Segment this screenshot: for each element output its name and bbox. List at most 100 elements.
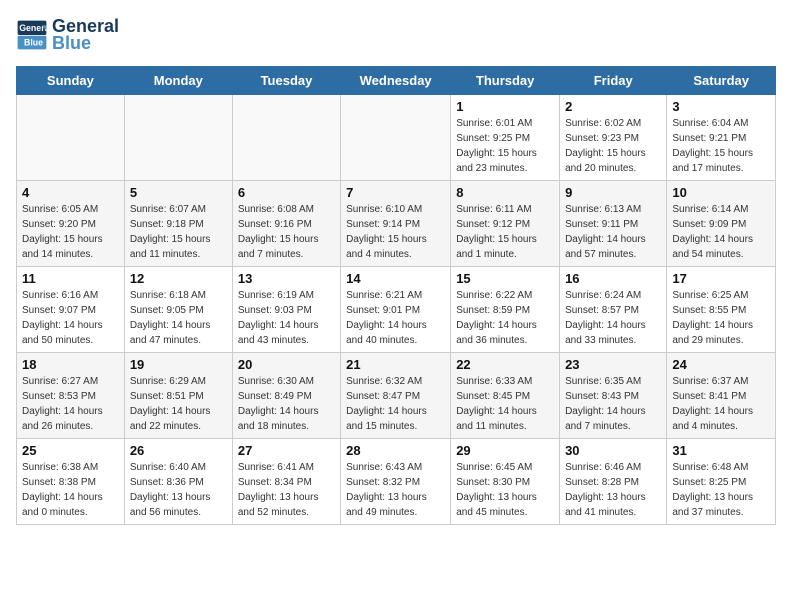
calendar-cell: 13Sunrise: 6:19 AM Sunset: 9:03 PM Dayli… — [232, 267, 340, 353]
calendar-table: SundayMondayTuesdayWednesdayThursdayFrid… — [16, 66, 776, 525]
calendar-cell — [124, 95, 232, 181]
week-row-5: 25 Sunrise: 6:38 AM Sunset: 8:38 PM Dayli… — [17, 439, 776, 525]
day-number: 3 — [672, 99, 770, 114]
day-info: Sunrise: 6:33 AM Sunset: 8:45 PM Dayligh… — [456, 374, 554, 434]
day-number: 6 — [238, 185, 335, 200]
day-info: Sunrise: 6:35 AM Sunset: 8:43 PM Dayligh… — [565, 374, 661, 434]
calendar-cell: 9 Sunrise: 6:13 AM Sunset: 9:11 PM Daylig… — [560, 181, 667, 267]
day-number: 15 — [456, 271, 554, 286]
day-number: 21 — [346, 357, 445, 372]
day-number: 14 — [346, 271, 445, 286]
day-info: Sunrise: 6:38 AM Sunset: 8:38 PM Dayligh… — [22, 460, 119, 520]
day-info: Sunrise: 6:13 AM Sunset: 9:11 PM Dayligh… — [565, 202, 661, 262]
calendar-cell: 7 Sunrise: 6:10 AM Sunset: 9:14 PM Daylig… — [341, 181, 451, 267]
day-info: Sunrise: 6:11 AM Sunset: 9:12 PM Dayligh… — [456, 202, 554, 262]
calendar-cell: 5Sunrise: 6:07 AM Sunset: 9:18 PM Daylig… — [124, 181, 232, 267]
day-info: Sunrise: 6:27 AM Sunset: 8:53 PM Dayligh… — [22, 374, 119, 434]
day-info: Sunrise: 6:07 AM Sunset: 9:18 PM Dayligh… — [130, 202, 227, 262]
weekday-header-friday: Friday — [560, 67, 667, 95]
day-number: 19 — [130, 357, 227, 372]
weekday-header-sunday: Sunday — [17, 67, 125, 95]
calendar-cell — [341, 95, 451, 181]
day-number: 10 — [672, 185, 770, 200]
calendar-cell: 18 Sunrise: 6:27 AM Sunset: 8:53 PM Dayli… — [17, 353, 125, 439]
day-number: 1 — [456, 99, 554, 114]
day-number: 16 — [565, 271, 661, 286]
day-number: 18 — [22, 357, 119, 372]
logo: General Blue General Blue — [16, 16, 119, 54]
day-number: 7 — [346, 185, 445, 200]
weekday-header-tuesday: Tuesday — [232, 67, 340, 95]
calendar-cell: 27 Sunrise: 6:41 AM Sunset: 8:34 PM Dayli… — [232, 439, 340, 525]
calendar-cell: 3 Sunrise: 6:04 AM Sunset: 9:21 PM Daylig… — [667, 95, 776, 181]
day-info: Sunrise: 6:45 AM Sunset: 8:30 PM Dayligh… — [456, 460, 554, 520]
day-info: Sunrise: 6:41 AM Sunset: 8:34 PM Dayligh… — [238, 460, 335, 520]
weekday-header-row: SundayMondayTuesdayWednesdayThursdayFrid… — [17, 67, 776, 95]
day-info: Sunrise: 6:25 AM Sunset: 8:55 PM Dayligh… — [672, 288, 770, 348]
calendar-cell: 1 Sunrise: 6:01 AM Sunset: 9:25 PM Daylig… — [451, 95, 560, 181]
day-number: 17 — [672, 271, 770, 286]
day-number: 22 — [456, 357, 554, 372]
calendar-cell: 24 Sunrise: 6:37 AM Sunset: 8:41 PM Dayli… — [667, 353, 776, 439]
weekday-header-wednesday: Wednesday — [341, 67, 451, 95]
day-info: Sunrise: 6:24 AM Sunset: 8:57 PM Dayligh… — [565, 288, 661, 348]
day-info: Sunrise: 6:04 AM Sunset: 9:21 PM Dayligh… — [672, 116, 770, 176]
calendar-cell: 16 Sunrise: 6:24 AM Sunset: 8:57 PM Dayli… — [560, 267, 667, 353]
day-number: 11 — [22, 271, 119, 286]
calendar-cell: 4Sunrise: 6:05 AM Sunset: 9:20 PM Daylig… — [17, 181, 125, 267]
day-number: 30 — [565, 443, 661, 458]
day-number: 28 — [346, 443, 445, 458]
week-row-4: 18 Sunrise: 6:27 AM Sunset: 8:53 PM Dayli… — [17, 353, 776, 439]
calendar-body: 1 Sunrise: 6:01 AM Sunset: 9:25 PM Daylig… — [17, 95, 776, 525]
week-row-1: 1 Sunrise: 6:01 AM Sunset: 9:25 PM Daylig… — [17, 95, 776, 181]
day-number: 8 — [456, 185, 554, 200]
day-number: 12 — [130, 271, 227, 286]
calendar-cell: 15Sunrise: 6:22 AM Sunset: 8:59 PM Dayli… — [451, 267, 560, 353]
day-number: 23 — [565, 357, 661, 372]
day-info: Sunrise: 6:32 AM Sunset: 8:47 PM Dayligh… — [346, 374, 445, 434]
week-row-3: 11 Sunrise: 6:16 AM Sunset: 9:07 PM Dayli… — [17, 267, 776, 353]
day-info: Sunrise: 6:10 AM Sunset: 9:14 PM Dayligh… — [346, 202, 445, 262]
day-info: Sunrise: 6:08 AM Sunset: 9:16 PM Dayligh… — [238, 202, 335, 262]
weekday-header-thursday: Thursday — [451, 67, 560, 95]
calendar-cell: 28Sunrise: 6:43 AM Sunset: 8:32 PM Dayli… — [341, 439, 451, 525]
day-info: Sunrise: 6:05 AM Sunset: 9:20 PM Dayligh… — [22, 202, 119, 262]
calendar-cell: 2 Sunrise: 6:02 AM Sunset: 9:23 PM Daylig… — [560, 95, 667, 181]
calendar-cell: 22 Sunrise: 6:33 AM Sunset: 8:45 PM Dayli… — [451, 353, 560, 439]
day-number: 9 — [565, 185, 661, 200]
weekday-header-saturday: Saturday — [667, 67, 776, 95]
day-number: 27 — [238, 443, 335, 458]
logo-icon: General Blue — [16, 19, 48, 51]
day-info: Sunrise: 6:37 AM Sunset: 8:41 PM Dayligh… — [672, 374, 770, 434]
day-info: Sunrise: 6:02 AM Sunset: 9:23 PM Dayligh… — [565, 116, 661, 176]
day-info: Sunrise: 6:46 AM Sunset: 8:28 PM Dayligh… — [565, 460, 661, 520]
calendar-cell: 20 Sunrise: 6:30 AM Sunset: 8:49 PM Dayli… — [232, 353, 340, 439]
calendar-cell: 25 Sunrise: 6:38 AM Sunset: 8:38 PM Dayli… — [17, 439, 125, 525]
calendar-cell — [232, 95, 340, 181]
day-info: Sunrise: 6:01 AM Sunset: 9:25 PM Dayligh… — [456, 116, 554, 176]
day-info: Sunrise: 6:14 AM Sunset: 9:09 PM Dayligh… — [672, 202, 770, 262]
day-number: 20 — [238, 357, 335, 372]
calendar-cell: 8 Sunrise: 6:11 AM Sunset: 9:12 PM Daylig… — [451, 181, 560, 267]
day-info: Sunrise: 6:30 AM Sunset: 8:49 PM Dayligh… — [238, 374, 335, 434]
day-number: 25 — [22, 443, 119, 458]
calendar-cell: 26Sunrise: 6:40 AM Sunset: 8:36 PM Dayli… — [124, 439, 232, 525]
svg-text:General: General — [19, 23, 48, 33]
calendar-cell: 31 Sunrise: 6:48 AM Sunset: 8:25 PM Dayli… — [667, 439, 776, 525]
weekday-header-monday: Monday — [124, 67, 232, 95]
calendar-cell: 19 Sunrise: 6:29 AM Sunset: 8:51 PM Dayli… — [124, 353, 232, 439]
calendar-cell: 30 Sunrise: 6:46 AM Sunset: 8:28 PM Dayli… — [560, 439, 667, 525]
day-number: 24 — [672, 357, 770, 372]
day-info: Sunrise: 6:48 AM Sunset: 8:25 PM Dayligh… — [672, 460, 770, 520]
day-info: Sunrise: 6:29 AM Sunset: 8:51 PM Dayligh… — [130, 374, 227, 434]
day-number: 2 — [565, 99, 661, 114]
page-header: General Blue General Blue — [16, 16, 776, 54]
calendar-cell: 21 Sunrise: 6:32 AM Sunset: 8:47 PM Dayli… — [341, 353, 451, 439]
calendar-cell: 12Sunrise: 6:18 AM Sunset: 9:05 PM Dayli… — [124, 267, 232, 353]
day-info: Sunrise: 6:21 AM Sunset: 9:01 PM Dayligh… — [346, 288, 445, 348]
day-info: Sunrise: 6:16 AM Sunset: 9:07 PM Dayligh… — [22, 288, 119, 348]
calendar-header: SundayMondayTuesdayWednesdayThursdayFrid… — [17, 67, 776, 95]
svg-text:Blue: Blue — [24, 37, 43, 47]
day-info: Sunrise: 6:19 AM Sunset: 9:03 PM Dayligh… — [238, 288, 335, 348]
day-number: 31 — [672, 443, 770, 458]
